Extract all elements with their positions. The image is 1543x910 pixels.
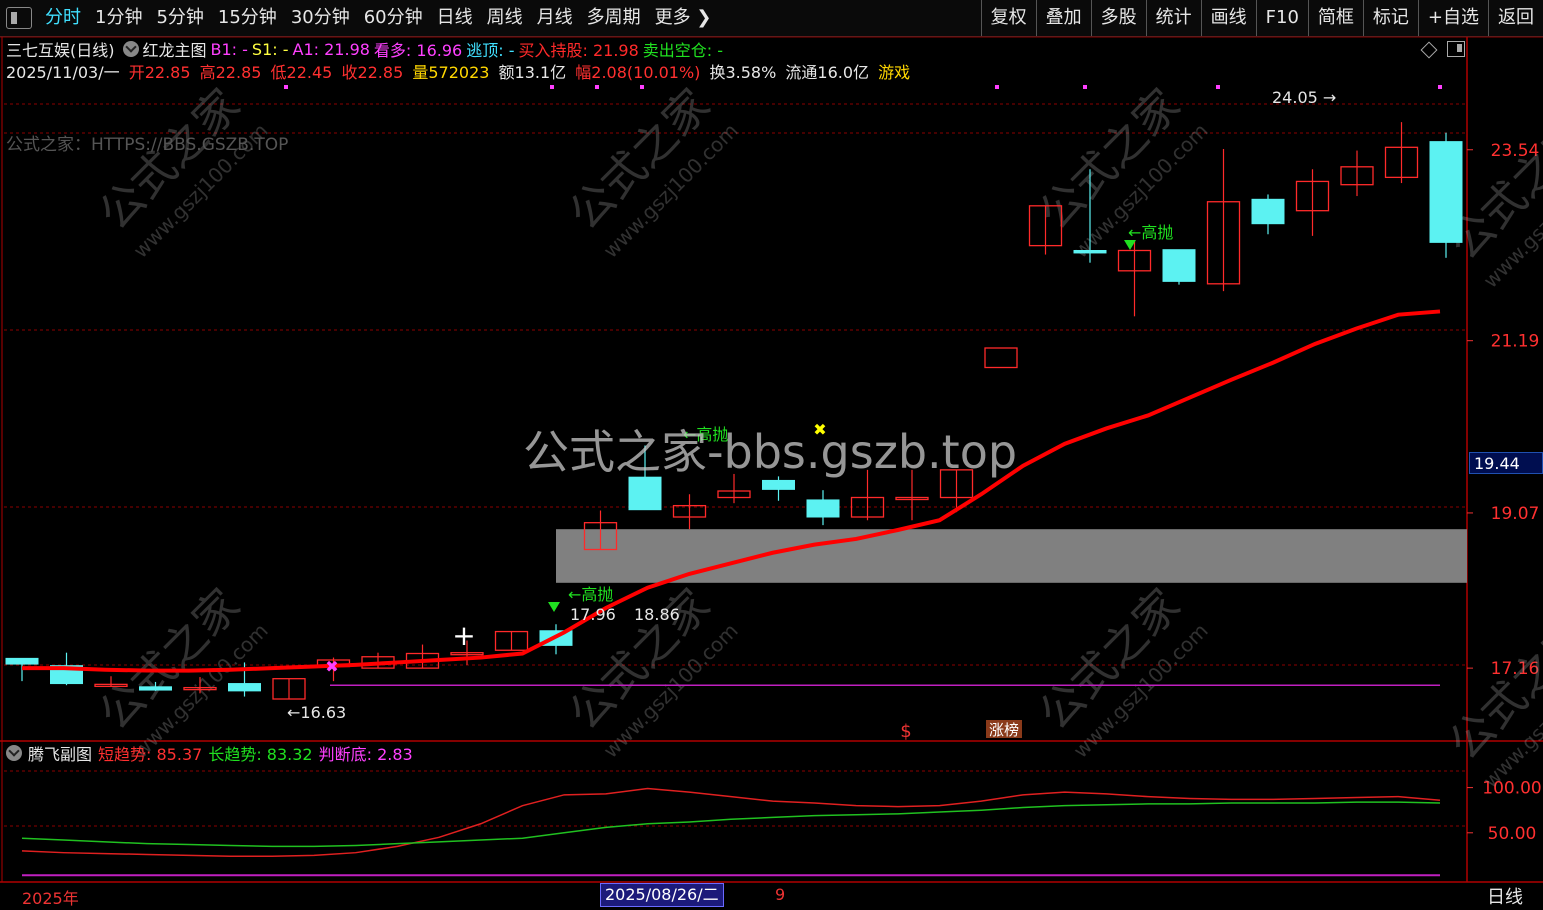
label-1886: 18.86 xyxy=(634,605,680,624)
chart-corner-icons xyxy=(1420,41,1465,59)
signal-dot xyxy=(1083,85,1087,89)
candle-body-down xyxy=(228,683,261,692)
low-price-label: ←16.63 xyxy=(287,703,346,722)
x-marker-icon: ✖ xyxy=(325,657,338,676)
kanduo-value: 看多: 16.96 xyxy=(373,41,463,60)
quote-close: 收22.85 xyxy=(341,63,404,82)
long-trend-value: 长趋势: 83.32 xyxy=(208,745,313,764)
quote-float: 流通16.0亿 xyxy=(785,63,870,82)
site-label: 公式之家：HTTPS://BBS.GSZB.TOP xyxy=(6,135,288,155)
y-tick-label: 19.07 xyxy=(1491,504,1540,524)
sub-dropdown-circle-icon[interactable] xyxy=(6,745,22,761)
high-price-label: 24.05 → xyxy=(1272,88,1336,107)
long-trend-line xyxy=(21,801,1441,848)
quote-change: 幅2.08(10.01%) xyxy=(575,63,701,82)
sub-chart-name[interactable]: 腾飞副图 xyxy=(28,741,92,765)
down-arrow-icon xyxy=(548,602,560,612)
y-tick-label: 21.19 xyxy=(1491,332,1540,352)
signal-dot xyxy=(1216,85,1220,89)
signal-dot xyxy=(1438,85,1442,89)
b1-value: B1: - xyxy=(210,39,248,59)
quote-sector[interactable]: 游戏 xyxy=(878,63,910,82)
candle-body-up xyxy=(984,347,1018,369)
quote-amount: 额13.1亿 xyxy=(498,63,567,82)
buy-hold-value: 买入持股: 21.98 xyxy=(518,41,639,60)
stock-title: 三七互娱(日线) xyxy=(6,41,115,60)
signal-dot xyxy=(995,85,999,89)
indicator-header: 三七互娱(日线) 红龙主图 B1: - S1: - A1: 21.98 看多: … xyxy=(6,37,727,61)
zhangbang-label: 涨榜 xyxy=(989,721,1019,739)
label-1796: 17.96 xyxy=(570,605,616,624)
indicator-name[interactable]: 红龙主图 xyxy=(143,37,207,61)
a1-value: A1: 21.98 xyxy=(292,39,370,59)
date-cursor-label: 2025/08/26/二 xyxy=(600,883,724,907)
watermark: 公式之家www.gszj100.com xyxy=(559,79,742,262)
sub-y-tick-label: 50.00 xyxy=(1488,824,1537,844)
s1-value: S1: - xyxy=(251,39,289,59)
quote-turnover: 换3.58% xyxy=(709,63,777,82)
quote-date: 2025/11/03/一 xyxy=(6,63,120,82)
sub-chart-header: 腾飞副图 短趋势: 85.37 长趋势: 83.32 判断底: 2.83 xyxy=(6,742,419,764)
candle-body-down xyxy=(806,499,840,518)
quote-high: 高22.85 xyxy=(199,63,262,82)
quote-open: 开22.85 xyxy=(128,63,191,82)
candle-body-down xyxy=(762,479,795,490)
dropdown-circle-icon[interactable] xyxy=(122,41,139,57)
candle-body-down xyxy=(139,686,172,691)
signal-dot xyxy=(595,85,599,89)
panel-toggle-icon[interactable] xyxy=(1447,41,1465,57)
short-trend-value: 短趋势: 85.37 xyxy=(98,745,203,764)
quote-volume: 量572023 xyxy=(412,63,490,82)
kline-chart[interactable]: 23.5421.1919.0717.16100.0050.00公式之家www.g… xyxy=(0,0,1543,910)
watermark: 公式之家www.gszj100.com xyxy=(89,79,272,262)
sell-empty-value: 卖出空仓: - xyxy=(642,41,724,60)
watermark: 公式之家www.gszj100.com xyxy=(1439,609,1543,792)
candle-body-down xyxy=(628,476,662,511)
gaopao-label: ←高抛 xyxy=(1128,223,1173,242)
current-price-tag: 19.44 xyxy=(1469,452,1543,474)
quote-low: 低22.45 xyxy=(270,63,333,82)
watermark: 公式之家www.gszj100.com xyxy=(1029,79,1212,262)
watermark: 公式之家www.gszj100.com xyxy=(1029,579,1212,762)
gaopao-label: ←高抛 xyxy=(568,585,613,604)
signal-dot xyxy=(640,85,644,89)
period-mode-label[interactable]: 日线 xyxy=(1487,883,1523,909)
candle-body-down xyxy=(1073,250,1107,254)
taoding-value: 逃顶: - xyxy=(466,41,515,60)
signal-dot xyxy=(550,85,554,89)
bottom-value: 判断底: 2.83 xyxy=(318,745,413,764)
date-axis-marker: 9 xyxy=(775,885,786,904)
candle-body-down xyxy=(1162,249,1196,282)
signal-dot xyxy=(284,85,288,89)
diamond-icon[interactable] xyxy=(1420,41,1438,59)
dollar-marker: $ xyxy=(900,721,911,742)
quote-line: 2025/11/03/一 开22.85 高22.85 低22.45 收22.85… xyxy=(6,59,914,82)
candle-body-down xyxy=(5,657,39,665)
date-axis-year: 2025年 xyxy=(22,889,79,908)
cross-marker-icon: + xyxy=(452,619,475,652)
candle-body-down xyxy=(1251,198,1285,225)
candle-body-down xyxy=(1429,141,1463,243)
center-watermark: 公式之家-bbs.gszb.top xyxy=(523,425,1017,479)
